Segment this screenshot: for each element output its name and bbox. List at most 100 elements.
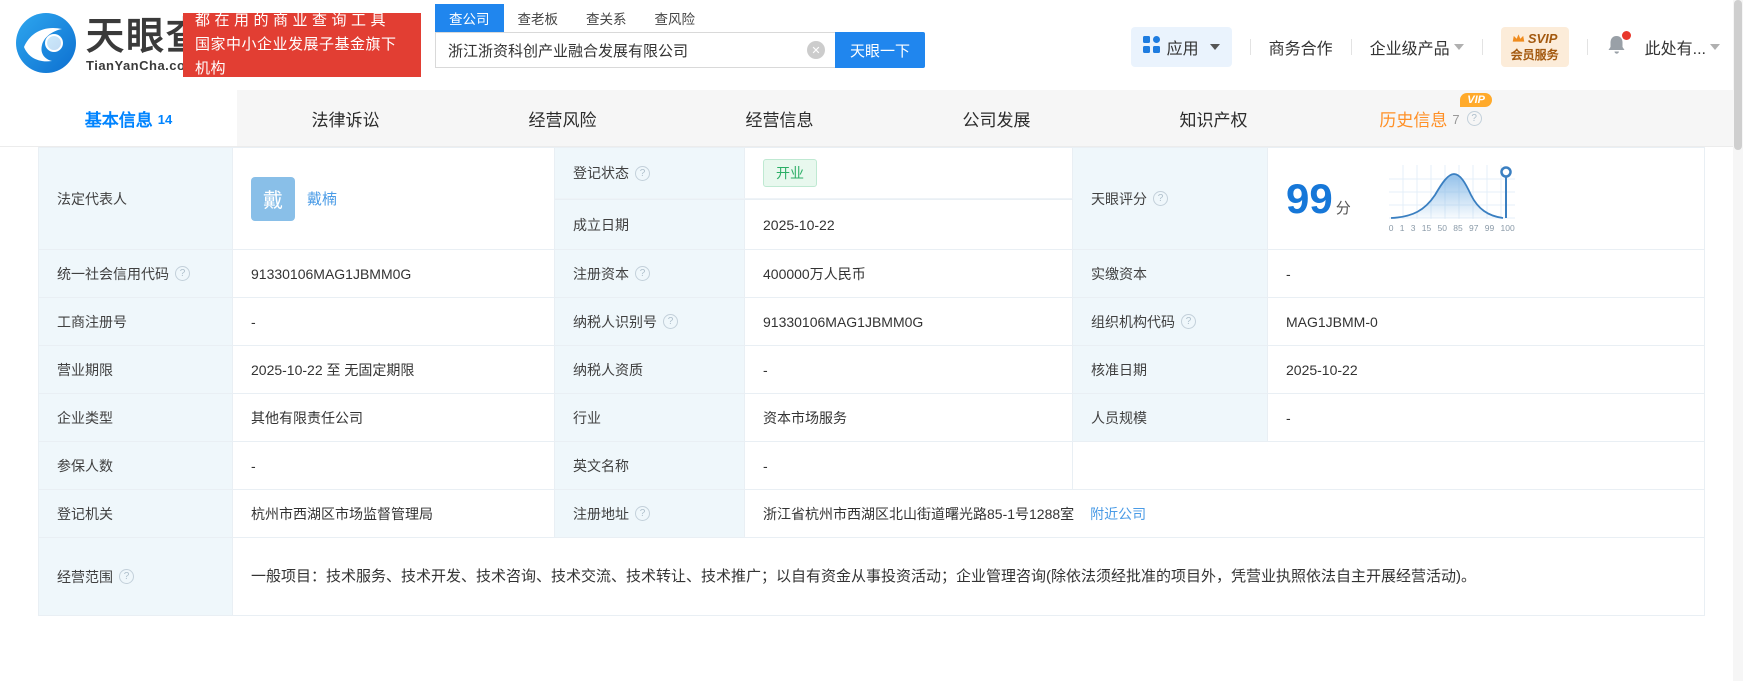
field-label-english-name: 英文名称 [555,442,745,490]
scrollbar-thumb[interactable] [1734,0,1742,150]
company-type-value: 其他有限责任公司 [233,394,555,442]
registration-authority-value: 杭州市西湖区市场监督管理局 [233,490,555,538]
table-row: 法定代表人 戴 戴楠 登记状态 ? 开业 成立日期 [38,147,1705,250]
field-label-business-term: 营业期限 [38,346,233,394]
registration-status-cell: 开业 [745,147,1073,199]
legal-representative-link[interactable]: 戴楠 [307,188,337,209]
tab-operating-info[interactable]: 经营信息 [671,90,888,146]
company-section-tabs: 基本信息 14 法律诉讼 经营风险 经营信息 公司发展 知识产权 VIP 历史信… [0,90,1743,147]
help-icon[interactable]: ? [635,166,650,181]
notifications-bell-icon[interactable] [1606,34,1627,61]
table-row: 登记机关 杭州市西湖区市场监督管理局 注册地址 ? 浙江省杭州市西湖区北山街道曙… [38,490,1705,538]
field-label-establishment-date: 成立日期 [555,199,745,250]
empty-cell [1073,442,1705,490]
help-icon[interactable]: ? [1181,314,1196,329]
approval-date-value: 2025-10-22 [1268,346,1705,394]
field-label-registration-authority: 登记机关 [38,490,233,538]
organization-code-value: MAG1JBMM-0 [1268,298,1705,346]
avatar[interactable]: 戴 [251,177,295,221]
apps-grid-icon [1143,36,1160,58]
business-term-value: 2025-10-22 至 无固定期限 [233,346,555,394]
divider [1351,39,1352,55]
industry-value: 资本市场服务 [745,394,1073,442]
divider [1250,39,1251,55]
table-row: 工商注册号 - 纳税人识别号 ? 91330106MAG1JBMM0G 组织机构… [38,298,1705,346]
score-unit: 分 [1336,200,1351,217]
help-icon[interactable]: ? [175,266,190,281]
search-tab-company[interactable]: 查公司 [435,4,504,32]
promo-banner: 都在用的商业查询工具 国家中小企业发展子基金旗下机构 [183,13,421,77]
divider [1482,39,1483,55]
field-label-taxpayer-qualification: 纳税人资质 [555,346,745,394]
field-label-organization-code: 组织机构代码 ? [1073,298,1268,346]
establishment-date-cell: 2025-10-22 [745,199,1073,250]
svip-member-button[interactable]: SVIP 会员服务 [1501,27,1569,66]
english-name-value: - [745,442,1073,490]
help-icon[interactable]: ? [635,506,650,521]
field-label-registered-capital: 注册资本 ? [555,250,745,298]
tab-history-info[interactable]: VIP 历史信息 7 ? [1322,90,1539,146]
tab-basic-info[interactable]: 基本信息 14 [20,90,237,146]
apps-menu[interactable]: 应用 [1131,27,1232,67]
business-reg-number-value: - [233,298,555,346]
search-tab-relation[interactable]: 查关系 [572,4,641,32]
table-row: 营业期限 2025-10-22 至 无固定期限 纳税人资质 - 核准日期 202… [38,346,1705,394]
tab-company-development[interactable]: 公司发展 [888,90,1105,146]
field-label-company-type: 企业类型 [38,394,233,442]
nearby-companies-link[interactable]: 附近公司 [1090,504,1146,524]
vertical-scrollbar[interactable] [1733,0,1743,681]
legal-representative-cell: 戴 戴楠 [233,147,555,250]
vip-badge: VIP [1460,93,1492,107]
site-header: 天眼查 TianYanCha.com 都在用的商业查询工具 国家中小企业发展子基… [0,0,1743,90]
company-info-table: 法定代表人 戴 戴楠 登记状态 ? 开业 成立日期 [38,147,1705,616]
top-nav: 应用 商务合作 企业级产品 SVIP 会员服务 [1131,27,1720,67]
field-label-legal-representative: 法定代表人 [38,147,233,250]
crown-icon [1512,31,1525,47]
help-icon[interactable]: ? [119,569,134,584]
clear-search-icon[interactable]: ✕ [807,41,825,59]
search-block: 查公司 查老板 查关系 查风险 ✕ 天眼一下 [435,6,925,68]
search-tab-boss[interactable]: 查老板 [504,4,573,32]
tab-legal-proceedings[interactable]: 法律诉讼 [237,90,454,146]
search-button[interactable]: 天眼一下 [835,32,925,68]
field-label-credit-code: 统一社会信用代码 ? [38,250,233,298]
field-label-industry: 行业 [555,394,745,442]
field-label-business-scope: 经营范围 ? [38,538,233,616]
field-label-taxpayer-id: 纳税人识别号 ? [555,298,745,346]
tianyancha-logo[interactable]: 天眼查 TianYanCha.com [14,11,206,80]
chevron-down-icon [1710,44,1720,50]
search-input[interactable] [435,32,835,68]
search-tab-risk[interactable]: 查风险 [641,4,710,32]
help-icon[interactable]: ? [1467,111,1482,126]
nav-business-cooperation[interactable]: 商务合作 [1269,35,1333,59]
tab-operating-risk[interactable]: 经营风险 [454,90,671,146]
field-label-staff-size: 人员规模 [1073,394,1268,442]
field-label-approval-date: 核准日期 [1073,346,1268,394]
taxpayer-id-value: 91330106MAG1JBMM0G [745,298,1073,346]
field-label-business-reg-number: 工商注册号 [38,298,233,346]
eye-logo-icon [14,11,78,80]
help-icon[interactable]: ? [635,266,650,281]
nav-enterprise-products[interactable]: 企业级产品 [1370,35,1464,59]
help-icon[interactable]: ? [663,314,678,329]
user-account-menu[interactable]: 此处有... [1645,35,1720,59]
tianyan-score-cell[interactable]: 99分 [1268,147,1705,250]
score-chart-axis: 01 315 5085 9799 100 [1389,223,1515,233]
status-badge: 开业 [763,159,817,187]
tab-basic-info-count: 14 [158,112,172,127]
business-scope-value: 一般项目：技术服务、技术开发、技术咨询、技术交流、技术转让、技术推广；以自有资金… [233,538,1705,616]
divider [1587,39,1588,55]
basic-info-section: 法定代表人 戴 戴楠 登记状态 ? 开业 成立日期 [0,147,1743,616]
tab-intellectual-property[interactable]: 知识产权 [1105,90,1322,146]
promo-line2: 国家中小企业发展子基金旗下机构 [195,33,409,81]
field-label-insured-count: 参保人数 [38,442,233,490]
field-label-registration-status: 登记状态 ? [555,147,745,199]
table-row: 经营范围 ? 一般项目：技术服务、技术开发、技术咨询、技术交流、技术转让、技术推… [38,538,1705,616]
apps-label: 应用 [1167,35,1199,59]
help-icon[interactable]: ? [1153,191,1168,206]
search-tabs: 查公司 查老板 查关系 查风险 [435,6,925,32]
field-label-registered-address: 注册地址 ? [555,490,745,538]
chevron-down-icon [1454,44,1464,50]
registered-capital-value: 400000万人民币 [745,250,1073,298]
chevron-down-icon [1210,44,1220,50]
